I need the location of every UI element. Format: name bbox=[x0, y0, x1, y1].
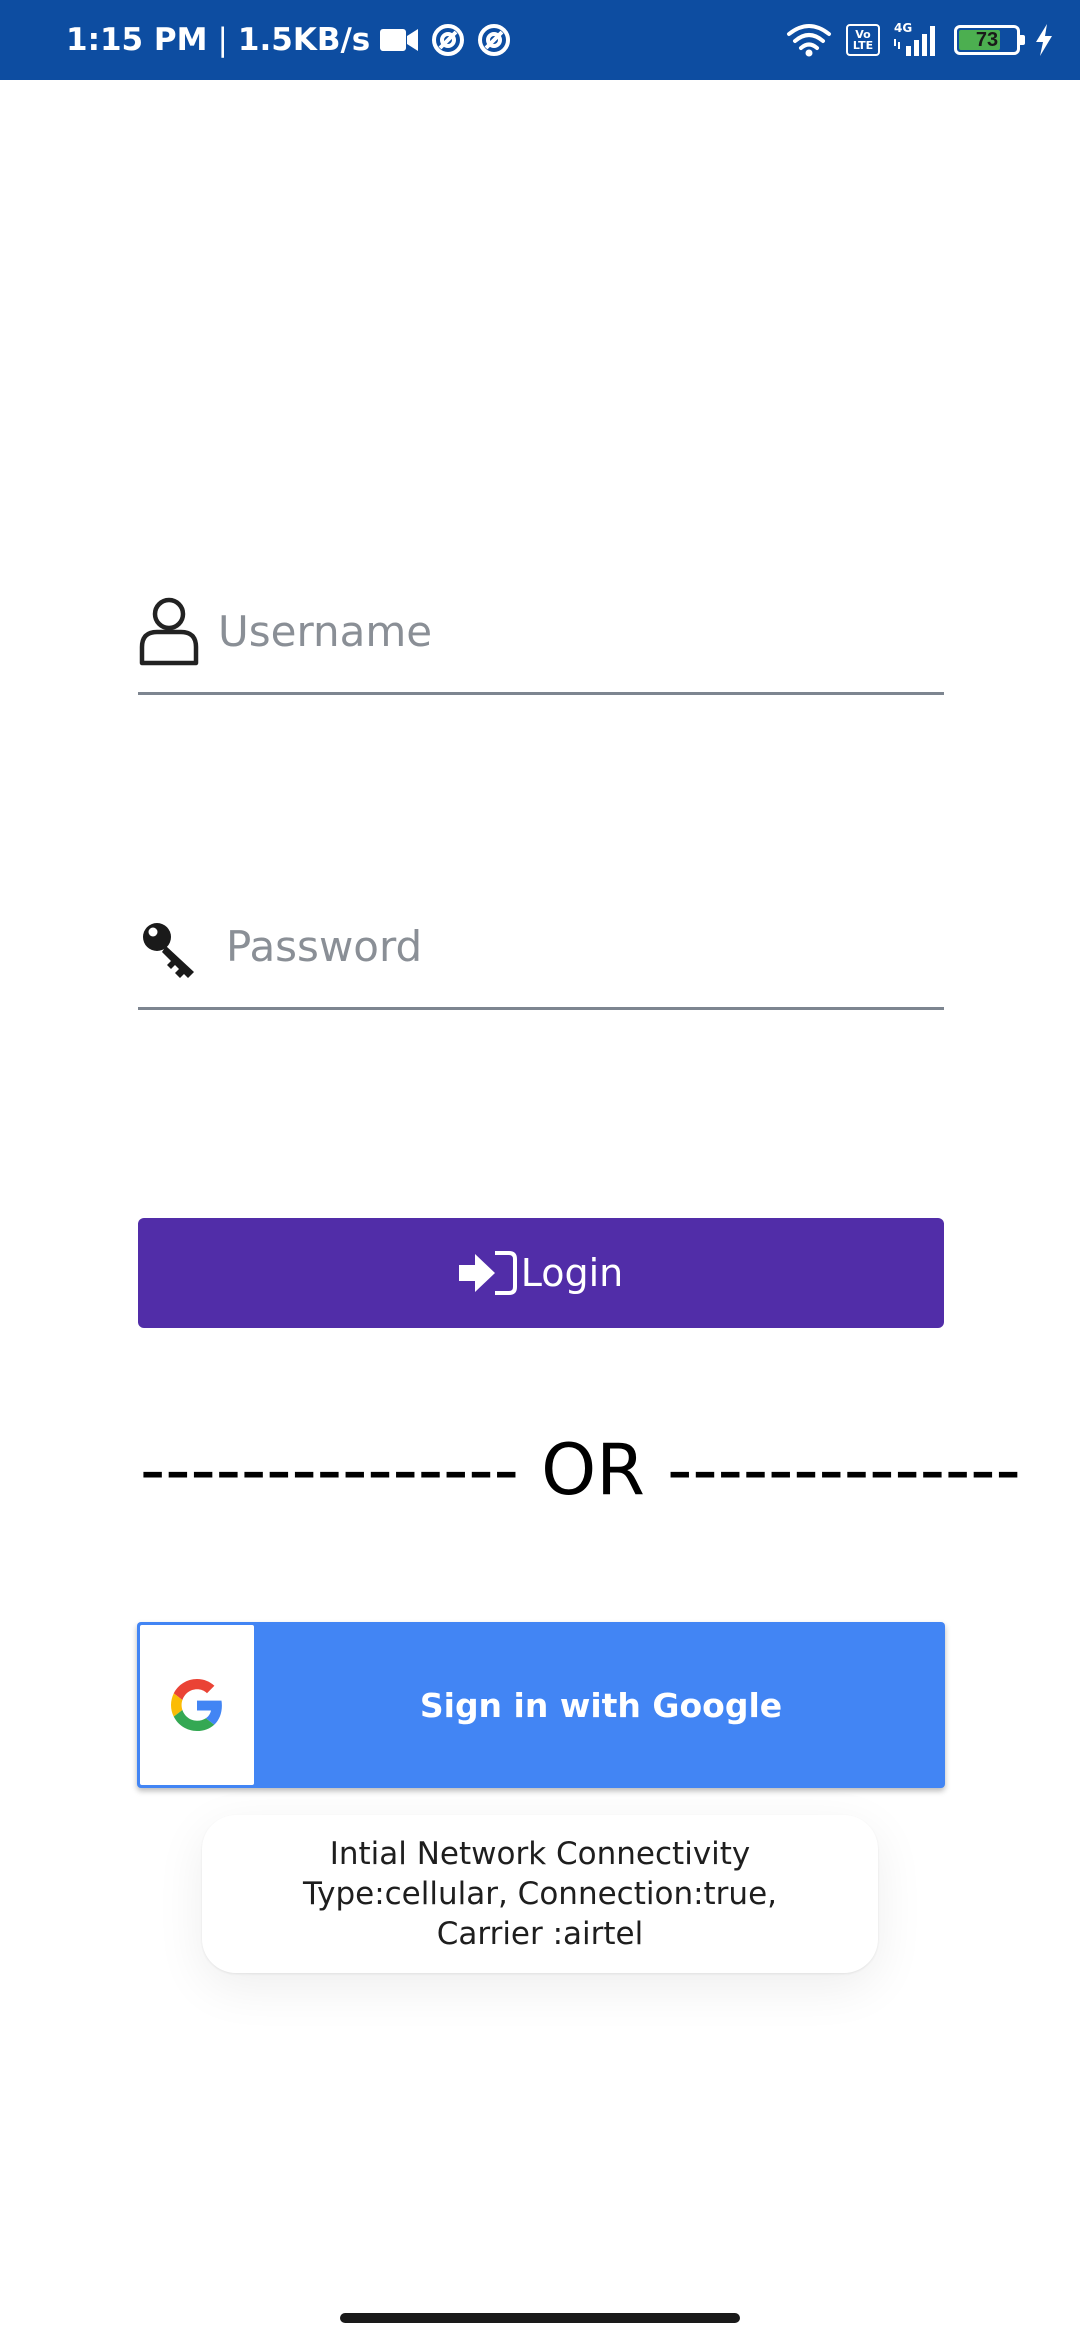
volte-label-bottom: LTE bbox=[852, 39, 874, 52]
status-net-speed: 1.5KB/s bbox=[237, 22, 371, 58]
data-saver-icon bbox=[430, 22, 466, 58]
login-button-label: Login bbox=[520, 1251, 624, 1295]
battery-icon: 73 bbox=[954, 25, 1025, 55]
signal-icon: 4G bbox=[894, 22, 940, 58]
battery-level: 73 bbox=[975, 28, 999, 51]
key-icon bbox=[138, 910, 202, 982]
password-input[interactable] bbox=[226, 910, 926, 982]
battery-cap bbox=[1020, 35, 1025, 45]
login-button[interactable]: Login bbox=[138, 1218, 944, 1328]
username-input[interactable] bbox=[218, 595, 918, 667]
or-divider: --------------- OR -------------- bbox=[140, 1429, 1021, 1511]
google-logo-container bbox=[140, 1625, 254, 1785]
status-separator: | bbox=[217, 22, 228, 58]
toast-line-3: Carrier :airtel bbox=[436, 1916, 644, 1952]
status-bar: 1:15 PM | 1.5KB/s Vo LTE 4G 73 bbox=[0, 0, 1080, 80]
google-logo-icon bbox=[171, 1679, 223, 1731]
toast-line-1: Intial Network Connectivity bbox=[329, 1836, 751, 1872]
volte-icon: Vo LTE bbox=[846, 24, 880, 56]
login-icon bbox=[458, 1250, 517, 1296]
google-signin-label: Sign in with Google bbox=[419, 1685, 783, 1725]
toast-line-2: Type:cellular, Connection:true, bbox=[302, 1876, 778, 1912]
google-signin-button[interactable]: Sign in with Google bbox=[137, 1622, 945, 1788]
charging-bolt-icon bbox=[1034, 24, 1054, 56]
video-camera-icon bbox=[380, 27, 420, 53]
user-icon bbox=[138, 595, 202, 667]
wifi-icon bbox=[786, 23, 832, 57]
data-saver-icon bbox=[476, 22, 512, 58]
password-field bbox=[138, 900, 944, 1010]
network-toast: Intial Network Connectivity Type:cellula… bbox=[202, 1815, 878, 1973]
status-time: 1:15 PM bbox=[66, 22, 208, 58]
username-field bbox=[138, 585, 944, 695]
home-indicator[interactable] bbox=[340, 2313, 740, 2323]
status-left: 1:15 PM | 1.5KB/s bbox=[66, 0, 512, 80]
status-right: Vo LTE 4G 73 bbox=[786, 0, 1054, 80]
